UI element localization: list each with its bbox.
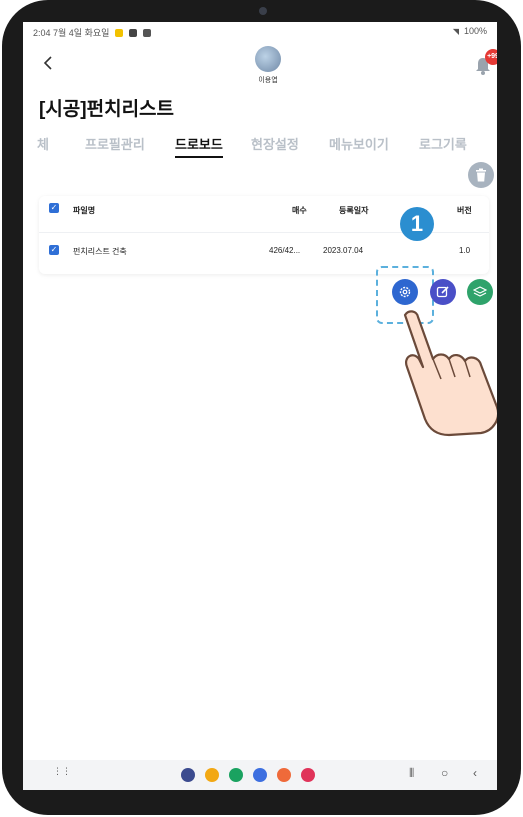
warning-icon: [129, 28, 138, 37]
recents-icon[interactable]: ⦀: [409, 766, 414, 781]
screen: 2:04 7월 4일 화요일 ◥ 100% 이용엽 +99 [시공]펀치리스트 …: [23, 22, 497, 790]
table-row[interactable]: ✓ 펀치리스트 건축 426/42... 2023.07.04 1.0: [39, 240, 489, 260]
battery-level: 100%: [463, 26, 487, 36]
edit-button[interactable]: [430, 279, 456, 305]
layers-icon: [473, 286, 487, 297]
tab-site-settings[interactable]: 현장설정: [251, 134, 299, 153]
back-button[interactable]: [43, 54, 53, 75]
image-icon: [143, 28, 152, 37]
status-bar: 2:04 7월 4일 화요일 ◥ 100%: [23, 22, 497, 40]
settings-button[interactable]: [392, 279, 418, 305]
dock-app-icon[interactable]: [205, 768, 219, 782]
chevron-left-icon: [43, 56, 52, 70]
dock-app-icon[interactable]: [253, 768, 267, 782]
dock-app-icon[interactable]: [301, 768, 315, 782]
header-filename: 파일명: [73, 206, 96, 215]
header-date: 등록일자: [339, 206, 369, 215]
page-title: [시공]펀치리스트: [39, 99, 175, 120]
dock-app-icon[interactable]: [277, 768, 291, 782]
notification-badge: +99: [485, 49, 497, 65]
gear-icon: [399, 286, 411, 298]
notification-app-icon: [115, 28, 124, 37]
layers-button[interactable]: [467, 279, 493, 305]
signal-icon: ◥: [452, 26, 459, 36]
home-icon[interactable]: ○: [441, 766, 448, 780]
delete-button[interactable]: [468, 162, 494, 188]
avatar[interactable]: [255, 46, 281, 72]
row-checkbox[interactable]: ✓: [49, 245, 59, 255]
trash-icon: [476, 168, 486, 182]
pointing-hand-icon: [403, 310, 497, 437]
header-version: 버전: [457, 206, 472, 215]
row-date: 2023.07.04: [323, 246, 364, 255]
tab-bar: 체 프로필관리 드로보드 현장설정 메뉴보이기 로그기록: [23, 134, 497, 158]
dock-app-icon[interactable]: [229, 768, 243, 782]
back-nav-icon[interactable]: ‹: [473, 766, 477, 780]
front-camera: [259, 7, 267, 15]
dock-app-icon[interactable]: [181, 768, 195, 782]
tab-drawboard[interactable]: 드로보드: [175, 134, 223, 158]
edit-icon: [436, 286, 449, 298]
status-time-date: 2:04 7월 4일 화요일: [33, 28, 110, 38]
step-badge: 1: [400, 207, 434, 241]
tab-all[interactable]: 체: [37, 134, 49, 153]
row-pages: 426/42...: [269, 246, 301, 255]
tab-log[interactable]: 로그기록: [419, 134, 467, 153]
system-nav-bar: ⋮⋮ ⦀ ○ ‹: [23, 760, 497, 790]
row-version: 1.0: [459, 246, 471, 255]
tab-profile[interactable]: 프로필관리: [85, 134, 145, 153]
app-drawer-icon[interactable]: ⋮⋮: [53, 766, 71, 777]
row-filename: 펀치리스트 건축: [73, 247, 127, 256]
username: 이용엽: [258, 77, 278, 84]
header-pages: 매수: [292, 206, 307, 215]
select-all-checkbox[interactable]: ✓: [49, 203, 59, 213]
tab-menu-display[interactable]: 메뉴보이기: [329, 134, 389, 153]
